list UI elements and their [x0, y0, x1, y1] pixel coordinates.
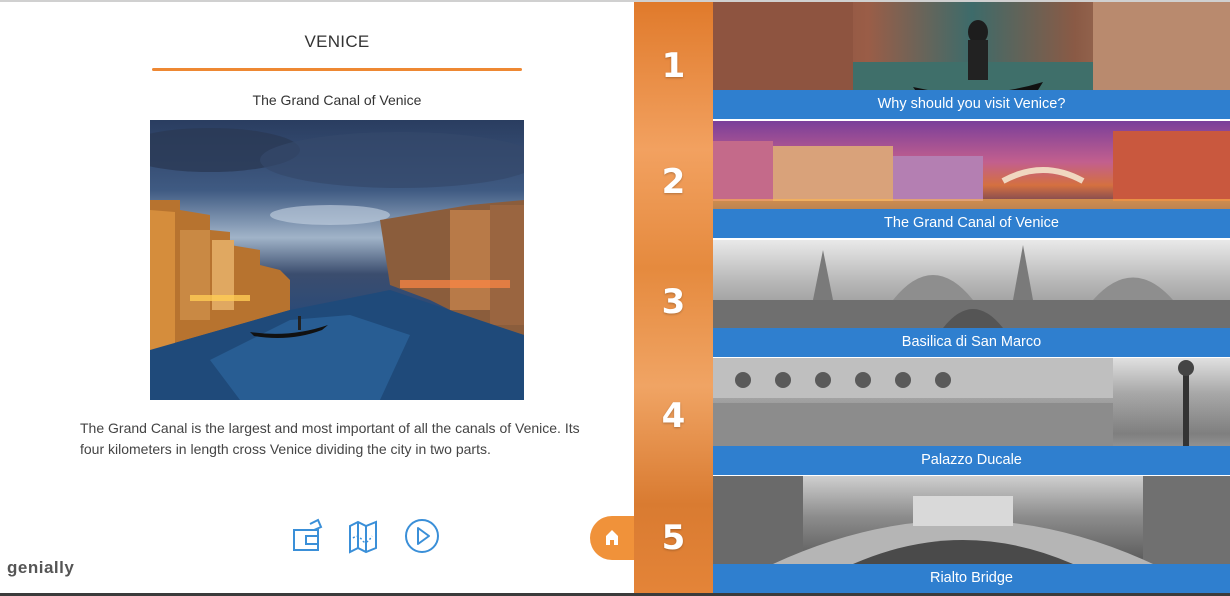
item-number-3: 3	[661, 282, 686, 322]
home-icon	[606, 530, 618, 545]
map-icon[interactable]	[344, 516, 384, 556]
content-panel: VENICE The Grand Canal of Venice The Gra…	[0, 2, 634, 593]
page-title: VENICE	[304, 32, 370, 51]
number-column: 1 2 3 4 5	[634, 2, 713, 593]
item-number-2: 2	[661, 162, 686, 202]
menu-item-label: Rialto Bridge	[713, 564, 1230, 593]
item-number-5: 5	[661, 518, 686, 558]
menu-item-label: Palazzo Ducale	[713, 446, 1230, 475]
item-number-1: 1	[661, 46, 686, 86]
id-card-icon[interactable]	[288, 516, 328, 556]
menu-item-label: Basilica di San Marco	[713, 328, 1230, 357]
title-underline	[152, 68, 522, 71]
brand-text: genially	[7, 558, 75, 577]
menu-item-grand-canal[interactable]: The Grand Canal of Venice	[713, 121, 1230, 238]
menu-item-label: The Grand Canal of Venice	[713, 209, 1230, 238]
menu-item-visit-venice[interactable]: Why should you visit Venice?	[713, 2, 1230, 119]
topics-menu: 1 2 3 4 5 Why should you visit Venice? T…	[634, 2, 1230, 593]
home-button[interactable]	[590, 516, 640, 560]
genially-logo: genially	[0, 558, 74, 578]
menu-item-rialto[interactable]: Rialto Bridge	[713, 476, 1230, 593]
grand-canal-illustration	[150, 128, 524, 400]
section-subtitle: The Grand Canal of Venice	[252, 92, 422, 108]
description-text: The Grand Canal is the largest and most …	[80, 420, 580, 457]
play-icon[interactable]	[402, 516, 442, 556]
menu-item-basilica[interactable]: Basilica di San Marco	[713, 240, 1230, 357]
menu-item-label: Why should you visit Venice?	[713, 90, 1230, 119]
grand-canal-photo	[150, 120, 524, 400]
item-number-4: 4	[661, 396, 686, 436]
menu-item-palazzo-ducale[interactable]: Palazzo Ducale	[713, 358, 1230, 475]
